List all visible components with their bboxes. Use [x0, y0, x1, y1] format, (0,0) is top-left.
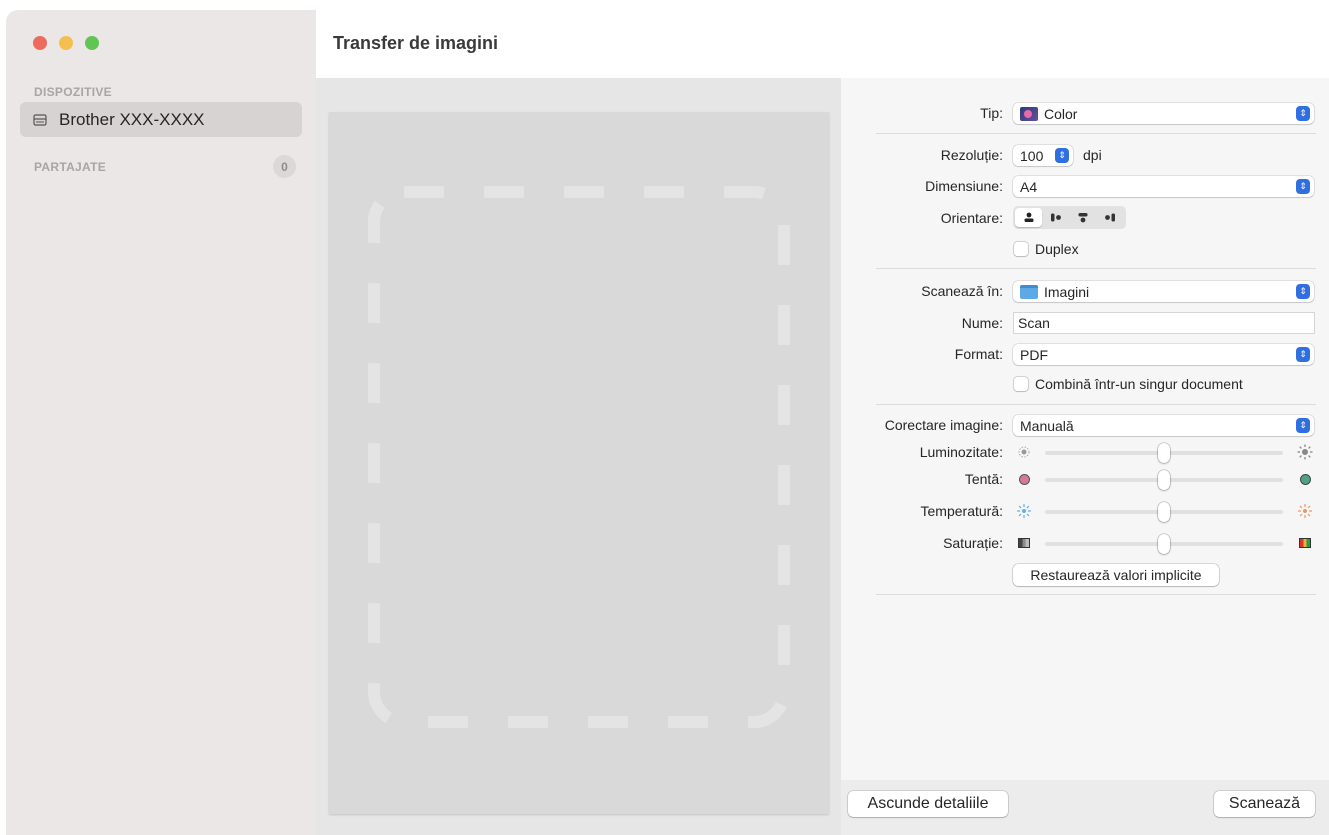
person-upside-down-icon	[1078, 213, 1087, 223]
combine-checkbox[interactable]	[1014, 377, 1028, 391]
scan-button[interactable]: Scanează	[1214, 791, 1315, 817]
scan-to-value: Imagini	[1044, 283, 1090, 300]
shared-count-badge: 0	[273, 155, 296, 178]
tint-magenta-icon	[1016, 471, 1032, 487]
color-saturation-icon	[1297, 535, 1313, 551]
brightness-label: Luminozitate:	[919, 444, 1003, 460]
brightness-slider-knob[interactable]	[1158, 443, 1170, 463]
divider	[876, 133, 1316, 134]
scan-preview-page	[329, 112, 829, 814]
person-rotated-right-icon	[1050, 213, 1061, 222]
temperature-label: Temperatură:	[920, 503, 1003, 519]
cold-sun-icon	[1016, 503, 1032, 519]
type-value: Color	[1044, 105, 1078, 122]
format-value: PDF	[1020, 346, 1048, 363]
size-label: Dimensiune:	[925, 178, 1003, 194]
chevron-updown-icon: ⇕	[1296, 347, 1310, 362]
divider	[876, 404, 1316, 405]
chevron-updown-icon: ⇕	[1296, 284, 1310, 299]
device-name: Brother XXX-XXXX	[59, 109, 205, 129]
image-correction-popup[interactable]: Manuală ⇕	[1013, 415, 1314, 436]
orientation-upside-down[interactable]	[1069, 208, 1096, 227]
chevron-updown-icon: ⇕	[1055, 148, 1069, 163]
orientation-portrait-upright[interactable]	[1015, 208, 1042, 227]
type-label: Tip:	[980, 105, 1003, 121]
image-capture-window: DISPOZITIVE Brother XXX-XXXX PARTAJATE 0…	[0, 0, 1329, 835]
scan-placeholder-frame	[368, 186, 790, 728]
person-upright-icon	[1024, 212, 1033, 222]
image-correction-label: Corectare imagine:	[884, 417, 1003, 433]
tint-slider-knob[interactable]	[1158, 470, 1170, 490]
shared-section-header: PARTAJATE	[34, 160, 107, 174]
size-popup[interactable]: A4 ⇕	[1013, 176, 1314, 197]
resolution-value: 100	[1020, 147, 1044, 164]
window-title: Transfer de imagini	[333, 33, 499, 53]
scan-to-label: Scanează în:	[921, 283, 1003, 299]
chevron-updown-icon: ⇕	[1296, 418, 1310, 433]
sidebar-item-device[interactable]: Brother XXX-XXXX	[20, 102, 302, 137]
tint-green-icon	[1297, 471, 1313, 487]
devices-section-header: DISPOZITIVE	[34, 85, 112, 99]
tint-label: Tentă:	[964, 471, 1003, 487]
format-label: Format:	[954, 346, 1003, 362]
zoom-window-button[interactable]	[85, 36, 99, 50]
format-popup[interactable]: PDF ⇕	[1013, 344, 1314, 365]
person-rotated-left-icon	[1104, 213, 1115, 222]
divider	[876, 594, 1316, 595]
orientation-label: Orientare:	[940, 210, 1003, 226]
close-window-button[interactable]	[33, 36, 47, 50]
duplex-label: Duplex	[1035, 241, 1079, 257]
name-field[interactable]: Scan	[1013, 312, 1315, 334]
grayscale-icon	[1016, 535, 1032, 551]
minimize-window-button[interactable]	[59, 36, 73, 50]
warm-sun-icon	[1297, 503, 1313, 519]
orientation-rotated-left[interactable]	[1096, 208, 1123, 227]
resolution-unit: dpi	[1083, 147, 1102, 163]
restore-defaults-button[interactable]: Restaurează valori implicite	[1013, 564, 1219, 586]
image-correction-value: Manuală	[1020, 417, 1074, 434]
temperature-slider-knob[interactable]	[1158, 502, 1170, 522]
divider	[876, 268, 1316, 269]
saturation-label: Saturație:	[943, 535, 1003, 551]
hide-details-button[interactable]: Ascunde detaliile	[848, 791, 1008, 817]
duplex-checkbox[interactable]	[1014, 242, 1028, 256]
resolution-stepper[interactable]: 100 ⇕	[1013, 145, 1073, 166]
scan-to-popup[interactable]: Imagini ⇕	[1013, 281, 1314, 302]
combine-label: Combină într-un singur document	[1035, 376, 1243, 392]
saturation-slider-knob[interactable]	[1158, 534, 1170, 554]
type-popup[interactable]: Color ⇕	[1013, 103, 1314, 124]
folder-icon	[1020, 284, 1038, 299]
chevron-updown-icon: ⇕	[1296, 179, 1310, 194]
name-label: Nume:	[961, 315, 1003, 331]
sun-large-icon	[1297, 444, 1313, 460]
chevron-updown-icon: ⇕	[1296, 106, 1310, 121]
scanner-icon	[33, 113, 47, 126]
color-photo-icon	[1020, 106, 1038, 121]
orientation-segmented-control	[1013, 206, 1126, 229]
orientation-rotated-right[interactable]	[1042, 208, 1069, 227]
sun-small-icon	[1016, 444, 1032, 460]
resolution-label: Rezoluție:	[940, 147, 1003, 163]
size-value: A4	[1020, 178, 1038, 195]
